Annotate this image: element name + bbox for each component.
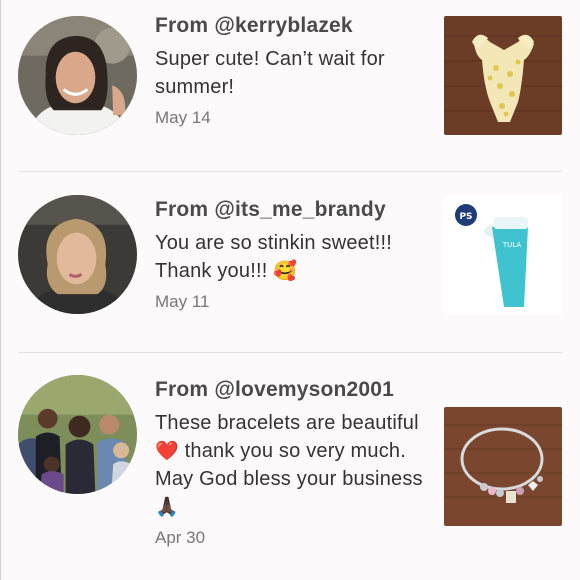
comment-item: From @kerryblazek Super cute! Can’t wait…	[0, 0, 580, 172]
product-thumbnail[interactable]	[444, 407, 562, 526]
comment-date: May 11	[155, 292, 210, 311]
folded-hands-emoji-icon: 🙏🏿	[155, 496, 179, 518]
red-heart-emoji-icon: ❤️	[155, 440, 179, 462]
comment-author[interactable]: From @kerryblazek	[155, 12, 430, 40]
comment-date: May 14	[155, 108, 211, 127]
avatar[interactable]	[18, 195, 137, 314]
tula-tube-product-icon: PS TULA	[444, 195, 562, 314]
avatar-family-group-icon	[18, 375, 137, 494]
smiling-hearts-emoji-icon: 🥰	[273, 260, 298, 282]
avatar-woman-blonde-icon	[18, 195, 137, 314]
charm-bracelet-product-icon	[444, 407, 562, 526]
comment-body-text: These bracelets are beautiful	[155, 412, 419, 434]
comment-item: From @lovemyson2001 These bracelets are …	[0, 352, 580, 580]
comment-body: You are so stinkin sweet!!! Thank you!!!…	[155, 229, 430, 285]
avatar[interactable]	[18, 16, 137, 135]
comment-body: These bracelets are beautiful ❤️ thank y…	[155, 409, 430, 521]
product-thumbnail[interactable]	[444, 16, 562, 135]
product-thumbnail[interactable]: PS TULA	[444, 195, 562, 314]
avatar[interactable]	[18, 375, 137, 494]
comment-author[interactable]: From @lovemyson2001	[155, 376, 430, 404]
yellow-swimsuit-product-icon	[444, 16, 562, 135]
comment-body-text: thank you so very much. May God bless yo…	[155, 440, 423, 490]
tula-brand-label: TULA	[502, 241, 521, 249]
comment-date: Apr 30	[155, 528, 206, 547]
avatar-woman-dark-hair-icon	[18, 16, 137, 135]
ps-badge-label: PS	[459, 212, 472, 222]
comment-author[interactable]: From @its_me_brandy	[155, 196, 430, 224]
comment-body: Super cute! Can’t wait for summer!	[155, 48, 385, 98]
comment-item: From @its_me_brandy You are so stinkin s…	[0, 172, 580, 353]
